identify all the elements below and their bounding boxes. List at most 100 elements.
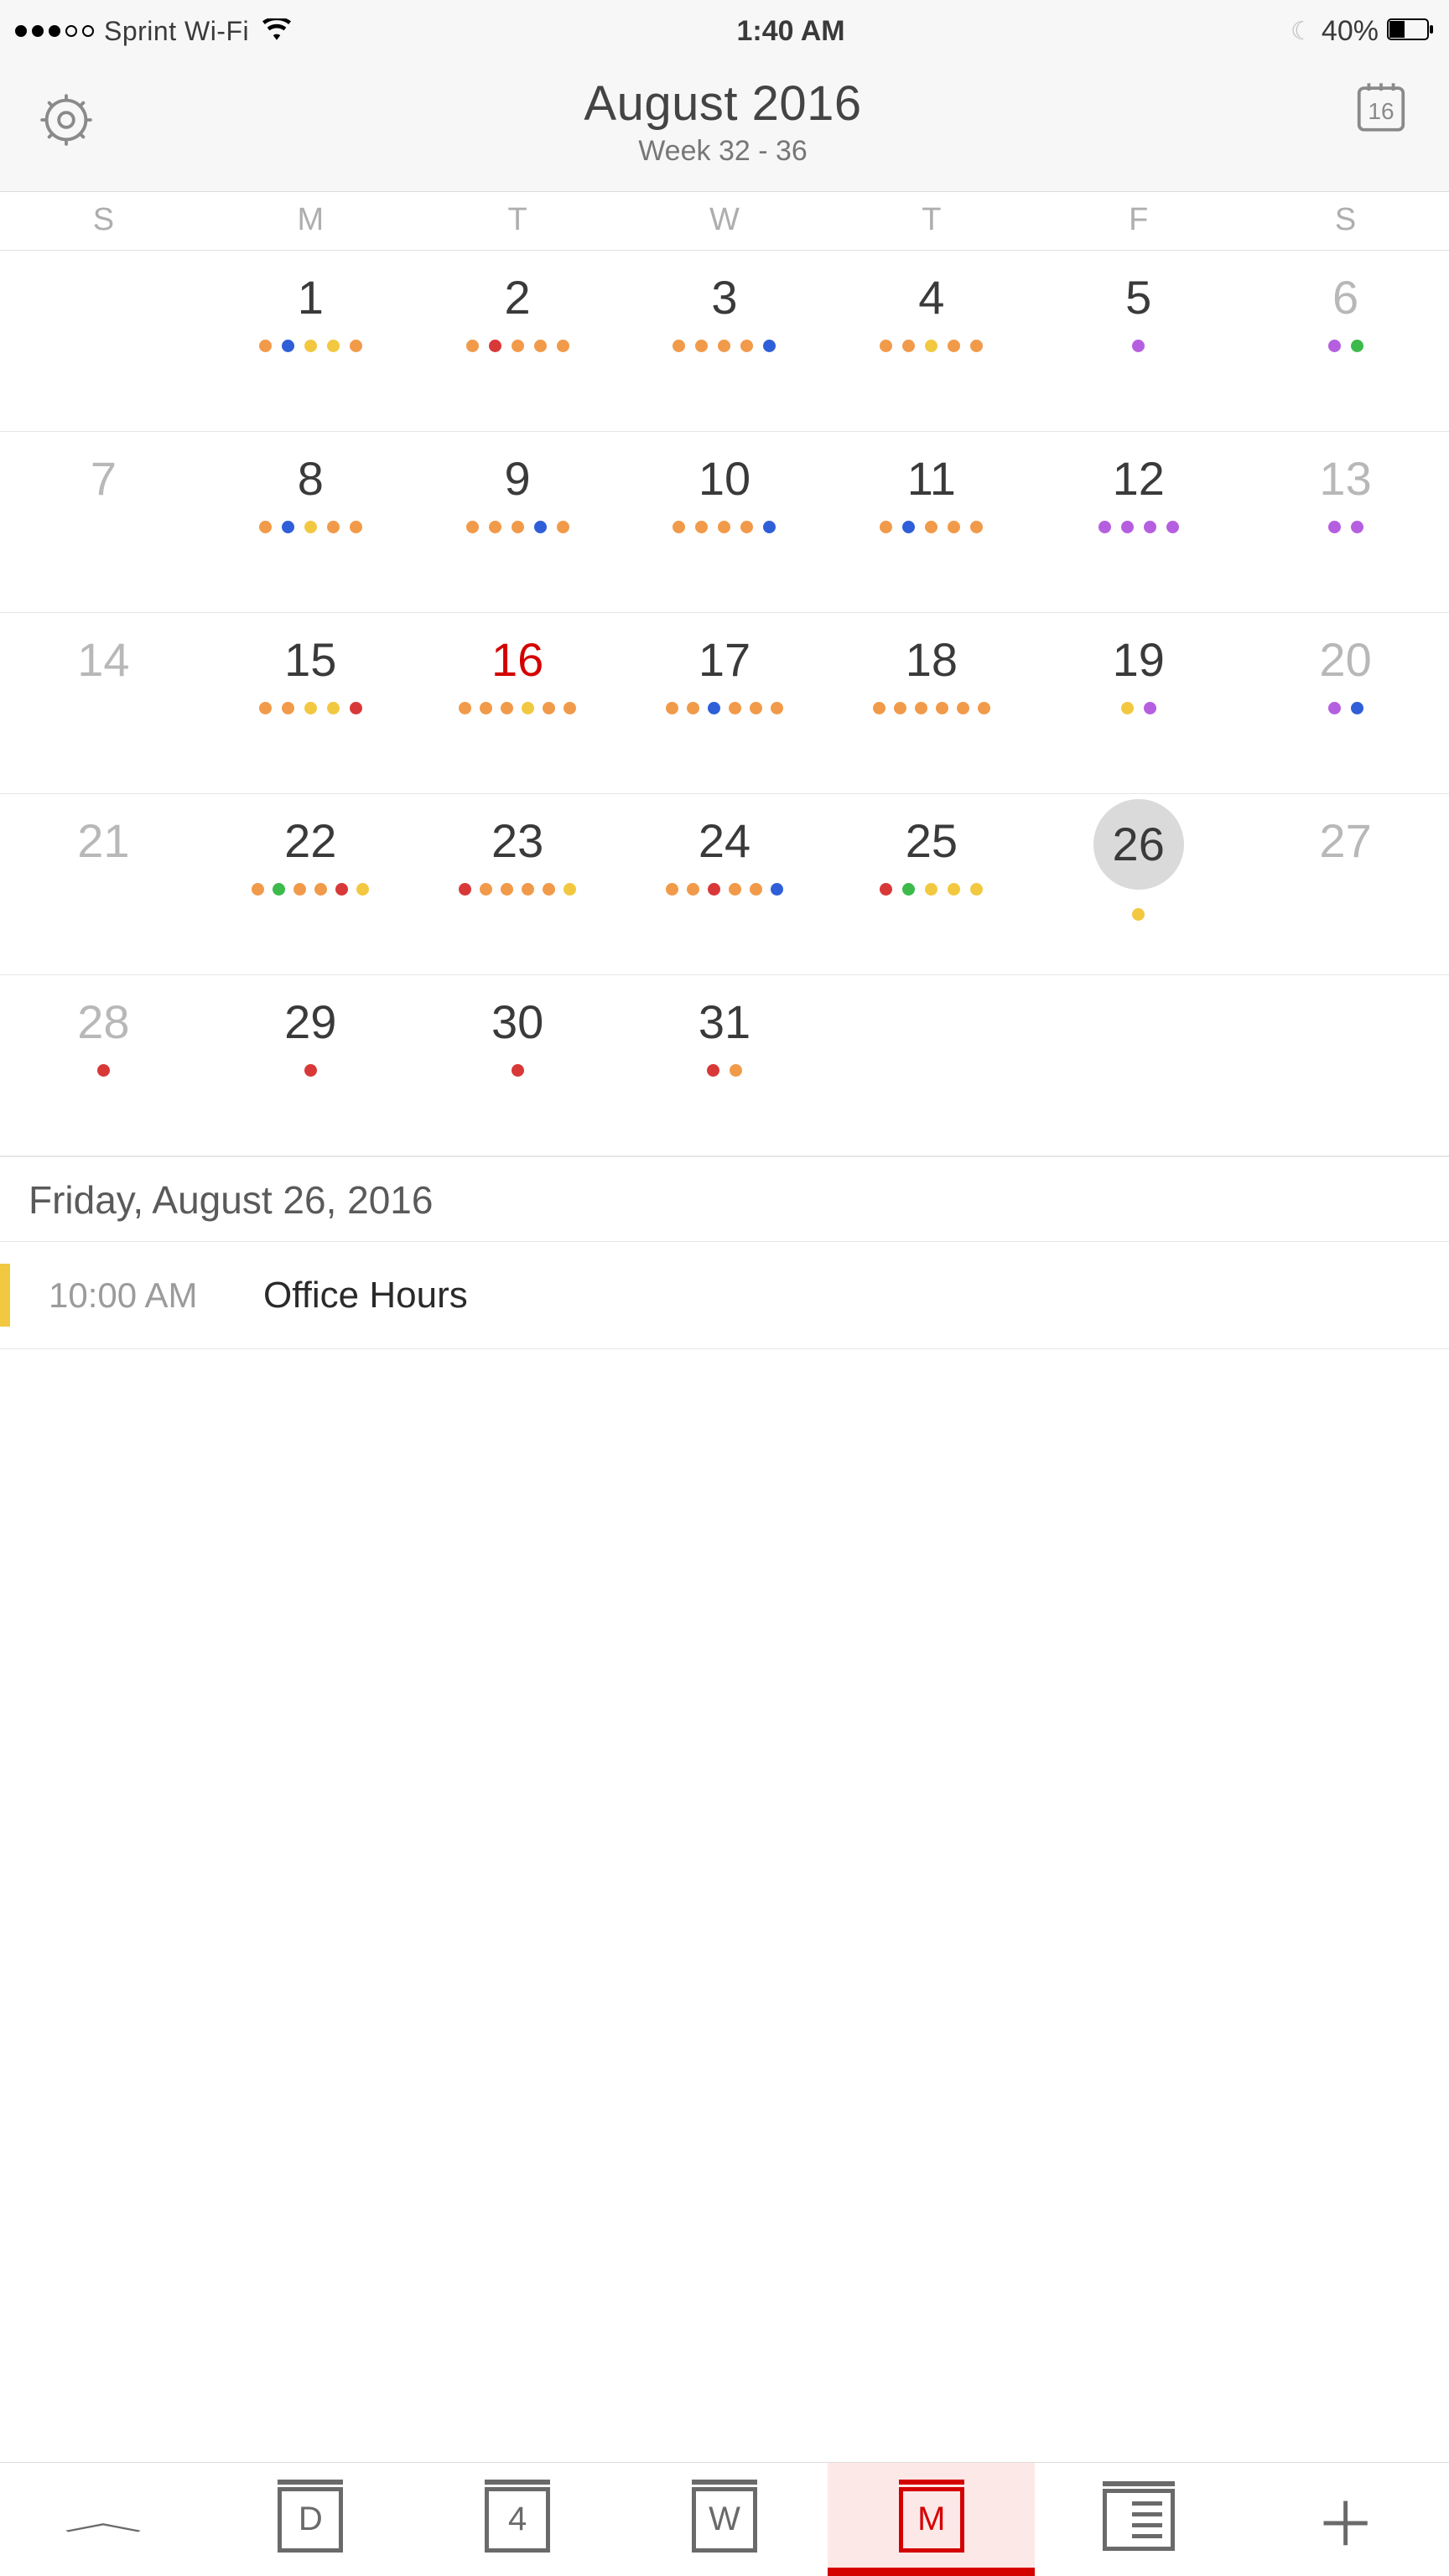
calendar-day-cell[interactable]: 1 <box>207 251 414 431</box>
calendar-day-cell[interactable]: 19 <box>1035 613 1242 793</box>
event-dots <box>873 702 990 714</box>
calendar-day-cell[interactable]: 22 <box>207 794 414 974</box>
day-number: 4 <box>918 274 944 321</box>
day-number: 12 <box>1113 455 1165 502</box>
today-button[interactable]: 16 <box>1352 77 1410 167</box>
event-dots <box>1098 521 1179 533</box>
event-dots <box>304 1064 317 1077</box>
expand-button[interactable]: ︿ <box>0 2463 207 2576</box>
month-view-icon: M <box>899 2487 964 2553</box>
event-dots <box>259 702 362 714</box>
selected-day-header: Friday, August 26, 2016 <box>0 1156 1449 1242</box>
day-number: 13 <box>1319 455 1371 502</box>
day-number: 19 <box>1113 636 1165 683</box>
calendar-day-cell[interactable]: 12 <box>1035 432 1242 612</box>
calendar-day-cell[interactable]: 31 <box>621 975 828 1156</box>
tab-four-day[interactable]: 4 <box>414 2463 621 2576</box>
event-dots <box>673 340 776 352</box>
calendar-day-cell[interactable]: 25 <box>828 794 1035 974</box>
day-view-icon: D <box>278 2487 343 2553</box>
calendar-day-cell[interactable]: 23 <box>414 794 621 974</box>
event-dots <box>252 883 369 896</box>
day-number: 30 <box>491 999 543 1046</box>
weekday-label: T <box>828 192 1035 250</box>
day-number: 2 <box>505 274 531 321</box>
event-dots <box>673 521 776 533</box>
event-title: Office Hours <box>263 1275 468 1317</box>
day-number: 24 <box>699 818 750 865</box>
calendar-day-cell[interactable]: 9 <box>414 432 621 612</box>
tab-day[interactable]: D <box>207 2463 414 2576</box>
event-dots <box>466 340 569 352</box>
day-number: 8 <box>298 455 324 502</box>
settings-button[interactable] <box>39 92 94 152</box>
event-dots <box>666 702 783 714</box>
calendar-day-cell[interactable]: 5 <box>1035 251 1242 431</box>
status-bar: Sprint Wi-Fi 1:40 AM ☾ 40% <box>0 0 1449 62</box>
event-dots <box>259 521 362 533</box>
carrier-label: Sprint Wi-Fi <box>104 16 249 47</box>
tab-list[interactable] <box>1035 2463 1242 2576</box>
calendar-day-cell[interactable]: 13 <box>1242 432 1449 612</box>
calendar-day-cell[interactable]: 20 <box>1242 613 1449 793</box>
event-dots <box>1132 908 1145 921</box>
calendar-day-cell[interactable]: 21 <box>0 794 207 974</box>
calendar-day-cell[interactable]: 24 <box>621 794 828 974</box>
day-number: 21 <box>77 818 129 865</box>
day-number: 25 <box>906 818 958 865</box>
calendar-day-cell[interactable]: 8 <box>207 432 414 612</box>
add-event-button[interactable]: ＋ <box>1242 2463 1449 2576</box>
event-dots <box>512 1064 524 1077</box>
event-dots <box>466 521 569 533</box>
day-number: 18 <box>906 636 958 683</box>
calendar-day-cell[interactable]: 14 <box>0 613 207 793</box>
header-title-block[interactable]: August 2016 Week 32 - 36 <box>584 75 861 168</box>
battery-icon <box>1387 15 1434 48</box>
calendar-day-cell[interactable]: 15 <box>207 613 414 793</box>
calendar-day-cell[interactable]: 6 <box>1242 251 1449 431</box>
calendar-day-cell[interactable]: 11 <box>828 432 1035 612</box>
calendar-day-cell <box>1035 975 1242 1156</box>
calendar-day-cell[interactable]: 26 <box>1035 794 1242 974</box>
weekday-header: S M T W T F S <box>0 192 1449 251</box>
day-number: 31 <box>699 999 750 1046</box>
weekday-label: F <box>1035 192 1242 250</box>
day-number: 16 <box>491 636 543 683</box>
event-dots <box>459 702 576 714</box>
tab-month[interactable]: M <box>828 2463 1035 2576</box>
calendar-day-cell[interactable]: 4 <box>828 251 1035 431</box>
event-list: 10:00 AMOffice Hours <box>0 1242 1449 1349</box>
calendar-day-cell[interactable]: 10 <box>621 432 828 612</box>
day-number: 20 <box>1319 636 1371 683</box>
day-number: 1 <box>298 274 324 321</box>
day-number: 5 <box>1125 274 1151 321</box>
plus-icon: ＋ <box>1316 2475 1376 2563</box>
event-dots <box>880 883 983 896</box>
calendar-day-cell[interactable]: 28 <box>0 975 207 1156</box>
calendar-day-cell <box>828 975 1035 1156</box>
calendar-day-cell[interactable]: 7 <box>0 432 207 612</box>
day-number: 22 <box>284 818 336 865</box>
weekday-label: W <box>621 192 828 250</box>
calendar-day-cell[interactable]: 18 <box>828 613 1035 793</box>
tab-week[interactable]: W <box>621 2463 828 2576</box>
day-number: 28 <box>77 999 129 1046</box>
calendar-day-cell[interactable]: 29 <box>207 975 414 1156</box>
day-number: 29 <box>284 999 336 1046</box>
calendar-day-cell[interactable]: 27 <box>1242 794 1449 974</box>
day-number: 7 <box>91 455 117 502</box>
day-number: 3 <box>711 274 737 321</box>
calendar-day-cell[interactable]: 2 <box>414 251 621 431</box>
signal-strength-icon <box>15 25 94 37</box>
event-dots <box>459 883 576 896</box>
status-right: ☾ 40% <box>1291 15 1434 48</box>
calendar-day-cell[interactable]: 17 <box>621 613 828 793</box>
four-day-view-icon: 4 <box>485 2487 550 2553</box>
day-number: 6 <box>1332 274 1358 321</box>
calendar-day-cell[interactable]: 16 <box>414 613 621 793</box>
event-row[interactable]: 10:00 AMOffice Hours <box>0 1242 1449 1349</box>
day-number: 26 <box>1093 799 1184 890</box>
status-time: 1:40 AM <box>737 15 845 48</box>
calendar-day-cell[interactable]: 3 <box>621 251 828 431</box>
calendar-day-cell[interactable]: 30 <box>414 975 621 1156</box>
